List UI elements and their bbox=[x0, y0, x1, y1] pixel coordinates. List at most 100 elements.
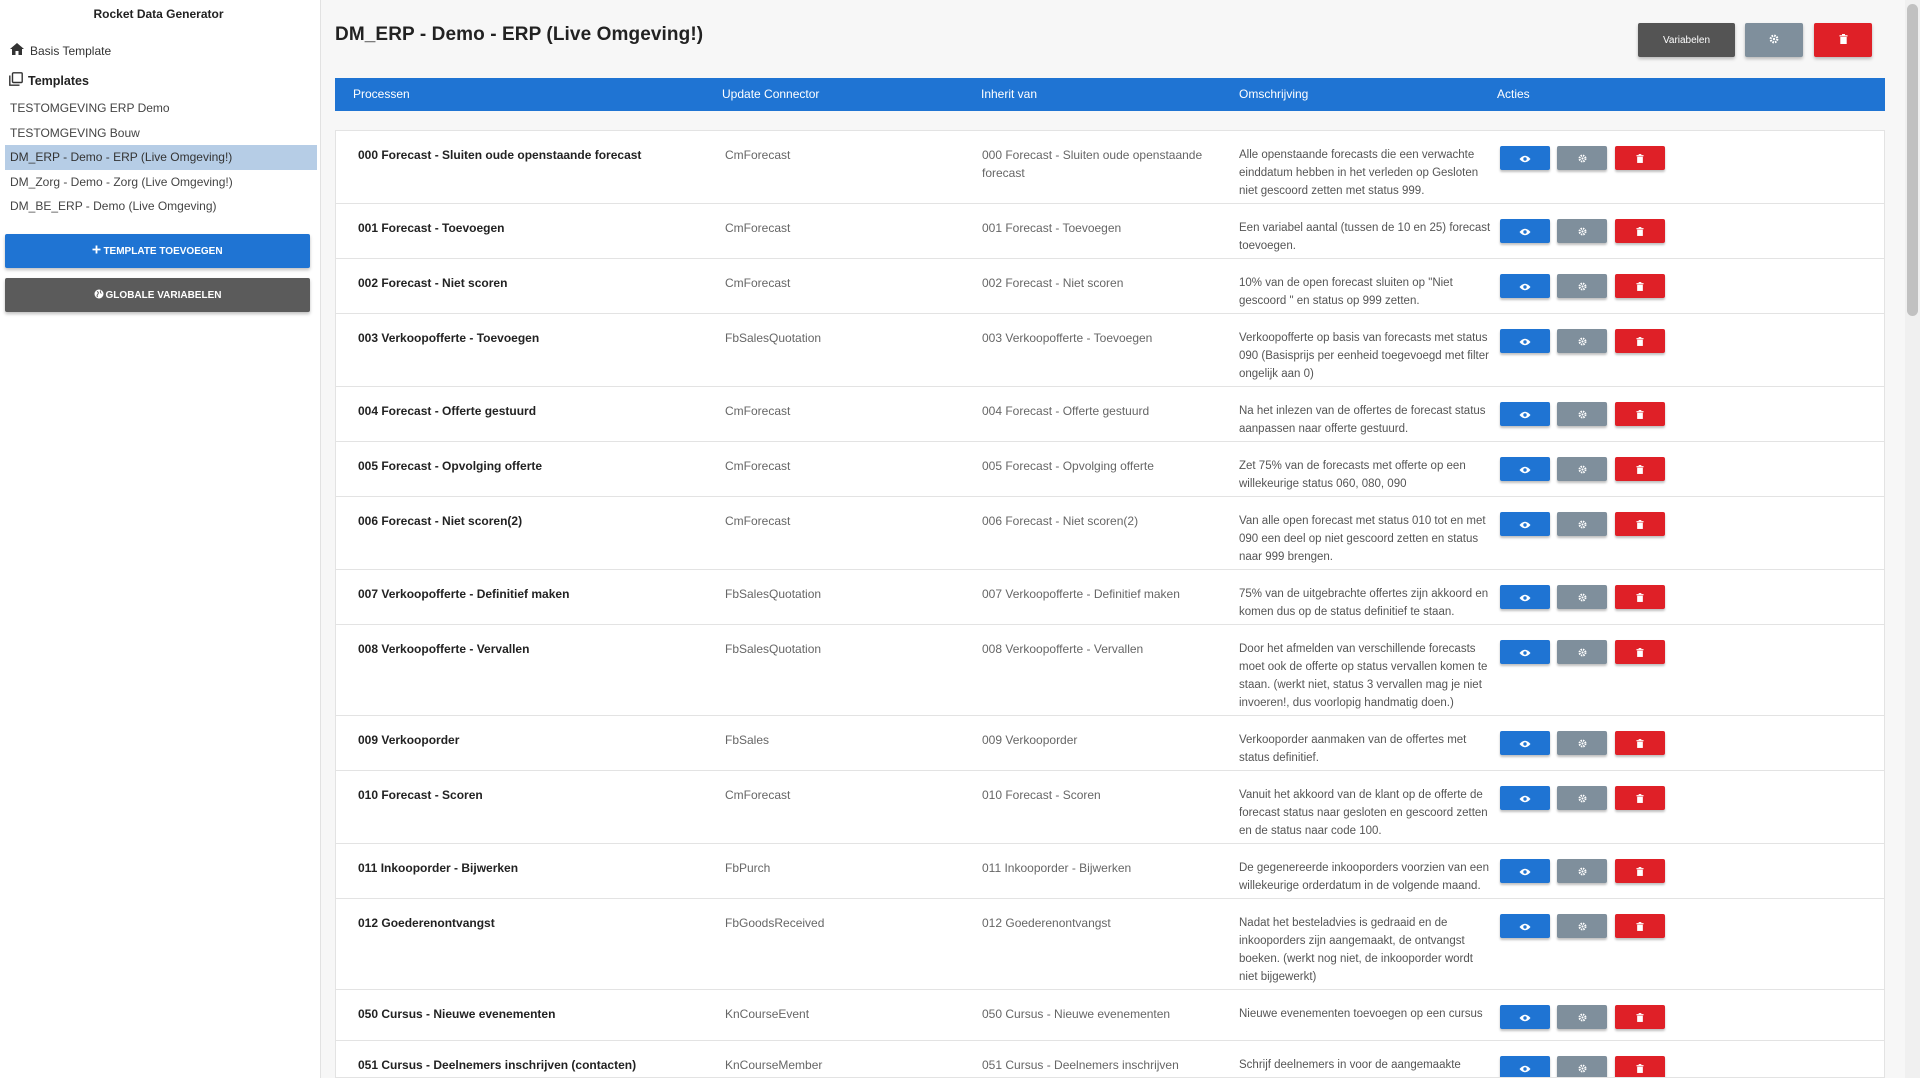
delete-button[interactable] bbox=[1615, 1005, 1665, 1029]
delete-button[interactable] bbox=[1615, 585, 1665, 609]
process-name: 051 Cursus - Deelnemers inschrijven (con… bbox=[358, 1058, 637, 1072]
inherit-from: 006 Forecast - Niet scoren(2) bbox=[982, 514, 1139, 528]
view-button[interactable] bbox=[1500, 329, 1550, 353]
delete-button[interactable] bbox=[1615, 914, 1665, 938]
template-item-testomgeving-erp[interactable]: TESTOMGEVING ERP Demo bbox=[5, 96, 317, 121]
eye-icon bbox=[1519, 791, 1531, 806]
description: Nieuwe evenementen toevoegen op een curs… bbox=[1239, 1008, 1483, 1020]
templates-heading-label: Templates bbox=[28, 73, 89, 88]
table-row: 003 Verkoopofferte - Toevoegen FbSalesQuo… bbox=[336, 314, 1884, 387]
settings-button[interactable] bbox=[1557, 786, 1607, 810]
view-button[interactable] bbox=[1500, 731, 1550, 755]
eye-icon bbox=[1519, 864, 1531, 879]
nav-basis-template[interactable]: Basis Template bbox=[9, 42, 111, 59]
global-variables-button[interactable]: GLOBALE VARIABELEN bbox=[5, 278, 310, 312]
template-item-dm-erp[interactable]: DM_ERP - Demo - ERP (Live Omgeving!) bbox=[5, 145, 317, 170]
nav-templates-heading: Templates bbox=[9, 72, 89, 89]
settings-button[interactable] bbox=[1557, 1005, 1607, 1029]
description: Zet 75% van de forecasts met offerte op … bbox=[1239, 460, 1466, 490]
template-item-testomgeving-bouw[interactable]: TESTOMGEVING Bouw bbox=[5, 121, 317, 146]
settings-button[interactable] bbox=[1557, 731, 1607, 755]
settings-button[interactable] bbox=[1557, 859, 1607, 883]
home-icon bbox=[9, 42, 30, 59]
eye-icon bbox=[1519, 334, 1531, 349]
delete-button[interactable] bbox=[1615, 786, 1665, 810]
delete-button[interactable] bbox=[1615, 274, 1665, 298]
view-button[interactable] bbox=[1500, 640, 1550, 664]
update-connector: CmForecast bbox=[725, 221, 791, 235]
trash-icon bbox=[1636, 919, 1644, 934]
update-connector: FbSales bbox=[725, 733, 770, 747]
delete-button[interactable] bbox=[1615, 402, 1665, 426]
view-button[interactable] bbox=[1500, 1056, 1550, 1077]
eye-icon bbox=[1519, 151, 1531, 166]
variables-button[interactable]: Variabelen bbox=[1638, 23, 1735, 57]
description: Door het afmelden van verschillende fore… bbox=[1239, 643, 1488, 709]
delete-button[interactable] bbox=[1615, 146, 1665, 170]
table-row: 000 Forecast - Sluiten oude openstaande … bbox=[336, 131, 1884, 204]
trash-icon bbox=[1636, 224, 1644, 239]
settings-button[interactable] bbox=[1557, 219, 1607, 243]
view-button[interactable] bbox=[1500, 786, 1550, 810]
settings-button[interactable] bbox=[1557, 1056, 1607, 1077]
view-button[interactable] bbox=[1500, 457, 1550, 481]
view-button[interactable] bbox=[1500, 585, 1550, 609]
description: Verkoopofferte op basis van forecasts me… bbox=[1239, 332, 1489, 380]
trash-icon bbox=[1636, 517, 1644, 532]
col-header-processen: Processen bbox=[353, 87, 410, 101]
view-button[interactable] bbox=[1500, 402, 1550, 426]
process-name: 007 Verkoopofferte - Definitief maken bbox=[358, 587, 570, 601]
delete-button[interactable] bbox=[1615, 731, 1665, 755]
delete-button[interactable] bbox=[1615, 329, 1665, 353]
settings-button[interactable] bbox=[1557, 585, 1607, 609]
inherit-from: 051 Cursus - Deelnemers inschrijven (con… bbox=[982, 1058, 1179, 1077]
view-button[interactable] bbox=[1500, 512, 1550, 536]
trash-icon bbox=[1636, 645, 1644, 660]
gear-icon bbox=[1769, 34, 1779, 47]
process-name: 004 Forecast - Offerte gestuurd bbox=[358, 404, 537, 418]
gear-icon bbox=[1578, 334, 1587, 349]
process-name: 011 Inkooporder - Bijwerken bbox=[358, 861, 519, 875]
template-item-dm-zorg[interactable]: DM_Zorg - Demo - Zorg (Live Omgeving!) bbox=[5, 170, 317, 195]
settings-button[interactable] bbox=[1557, 146, 1607, 170]
view-button[interactable] bbox=[1500, 1005, 1550, 1029]
settings-button[interactable] bbox=[1557, 914, 1607, 938]
settings-button[interactable] bbox=[1557, 457, 1607, 481]
view-button[interactable] bbox=[1500, 146, 1550, 170]
settings-button[interactable] bbox=[1557, 329, 1607, 353]
delete-button[interactable] bbox=[1615, 512, 1665, 536]
view-button[interactable] bbox=[1500, 859, 1550, 883]
eye-icon bbox=[1519, 224, 1531, 239]
delete-button[interactable] bbox=[1615, 859, 1665, 883]
description: 10% van de open forecast sluiten op "Nie… bbox=[1239, 277, 1453, 307]
settings-button[interactable] bbox=[1557, 640, 1607, 664]
eye-icon bbox=[1519, 736, 1531, 751]
view-button[interactable] bbox=[1500, 274, 1550, 298]
settings-button[interactable] bbox=[1557, 402, 1607, 426]
table-row: 007 Verkoopofferte - Definitief maken FbS… bbox=[336, 570, 1884, 625]
inherit-from: 008 Verkoopofferte - Vervallen bbox=[982, 642, 1144, 656]
page-scrollbar[interactable] bbox=[1905, 0, 1920, 1078]
update-connector: KnCourseEvent bbox=[725, 1007, 810, 1021]
delete-button[interactable] bbox=[1615, 640, 1665, 664]
table-header: Processen Update Connector Inherit van O… bbox=[335, 78, 1885, 111]
template-item-dm-be-erp[interactable]: DM_BE_ERP - Demo (Live Omgeving) bbox=[5, 194, 317, 219]
delete-button[interactable] bbox=[1615, 1056, 1665, 1077]
settings-button[interactable] bbox=[1557, 274, 1607, 298]
template-settings-button[interactable] bbox=[1745, 23, 1803, 57]
delete-button[interactable] bbox=[1615, 219, 1665, 243]
eye-icon bbox=[1519, 1061, 1531, 1076]
inherit-from: 004 Forecast - Offerte gestuurd bbox=[982, 404, 1150, 418]
sidebar: Rocket Data Generator Basis Template Tem… bbox=[0, 0, 321, 1078]
view-button[interactable] bbox=[1500, 914, 1550, 938]
gear-icon bbox=[1578, 407, 1587, 422]
trash-icon bbox=[1636, 791, 1644, 806]
delete-button[interactable] bbox=[1615, 457, 1665, 481]
view-button[interactable] bbox=[1500, 219, 1550, 243]
settings-button[interactable] bbox=[1557, 512, 1607, 536]
table-row: 012 Goederenontvangst FbGoodsReceived 012 … bbox=[336, 899, 1884, 990]
trash-icon bbox=[1636, 1010, 1644, 1025]
scrollbar-thumb[interactable] bbox=[1907, 4, 1918, 316]
delete-template-button[interactable] bbox=[1814, 23, 1872, 57]
add-template-button[interactable]: TEMPLATE TOEVOEGEN bbox=[5, 234, 310, 268]
